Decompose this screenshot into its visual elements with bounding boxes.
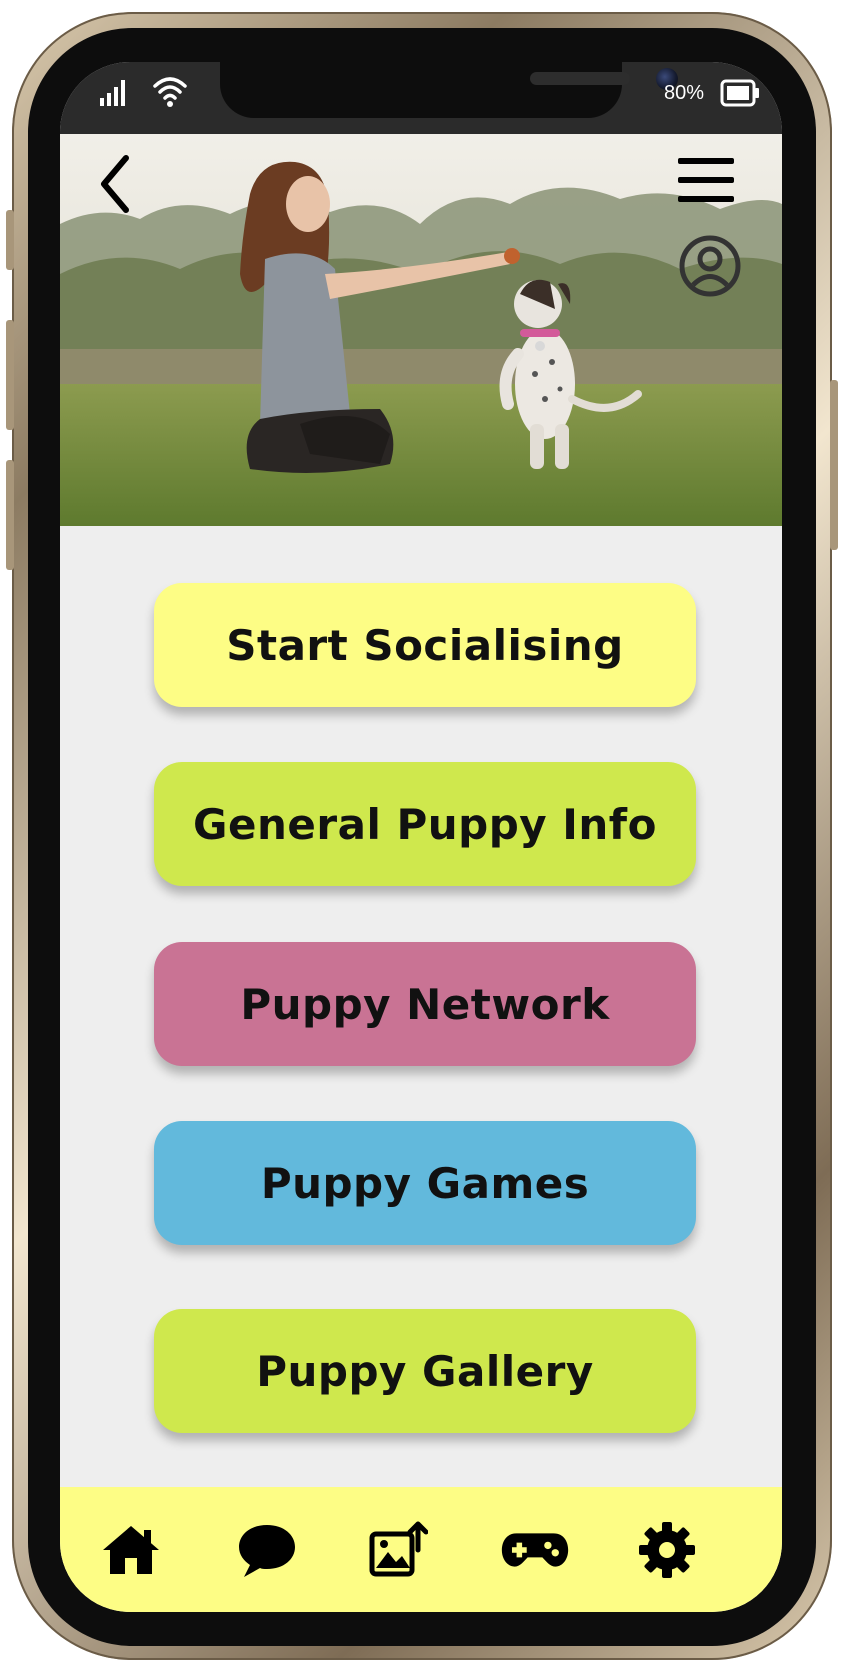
girl-training-puppy-photo [60,134,782,526]
button-label: Puppy Games [260,1158,590,1208]
power-button [830,380,838,550]
button-label: Puppy Network [240,979,610,1029]
nav-chat[interactable] [232,1517,302,1583]
nav-home[interactable] [96,1517,166,1583]
nav-gallery-upload[interactable] [363,1517,433,1583]
status-bar: 80% [60,62,782,134]
gear-icon [639,1522,695,1578]
bottom-nav [60,1487,782,1612]
main-menu: Start Socialising General Puppy Info Pup… [60,526,782,1486]
battery-icon [720,79,759,107]
home-icon [103,1526,159,1574]
button-label: Puppy Gallery [256,1346,594,1396]
volume-down-button [6,460,14,570]
mute-switch [6,210,14,270]
gamepad-icon [501,1533,569,1567]
puppy-games-button[interactable]: Puppy Games [154,1121,696,1245]
battery-percent: 80% [664,82,705,104]
button-label: Start Socialising [226,620,624,670]
puppy-gallery-button[interactable]: Puppy Gallery [154,1309,696,1433]
nav-settings[interactable] [632,1517,702,1583]
volume-up-button [6,320,14,430]
chat-bubble-icon [239,1525,295,1577]
button-label: General Puppy Info [193,799,657,849]
start-socialising-button[interactable]: Start Socialising [154,583,696,707]
hero-image [60,134,782,526]
notch [220,62,678,118]
speaker [530,72,630,85]
chevron-left-icon[interactable] [96,152,136,216]
app-screen: 80% Start Socialising General Puppy Info… [60,62,782,1612]
image-upload-icon [369,1521,428,1577]
user-circle-icon[interactable] [678,234,742,298]
general-puppy-info-button[interactable]: General Puppy Info [154,762,696,886]
hamburger-menu-icon[interactable] [676,156,736,204]
signal-bars-icon [100,80,125,106]
wifi-icon [153,77,187,107]
puppy-network-button[interactable]: Puppy Network [154,942,696,1066]
nav-games[interactable] [500,1517,570,1583]
